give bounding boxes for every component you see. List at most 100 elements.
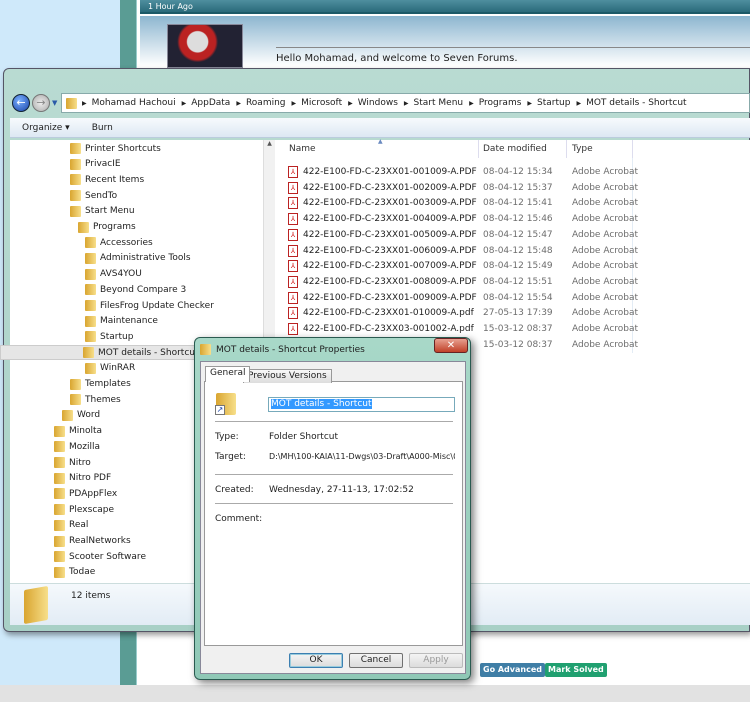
column-type[interactable]: Type	[572, 144, 593, 154]
history-dropdown-icon[interactable]: ▼	[52, 99, 57, 107]
sort-ascending-icon: ▲	[378, 138, 383, 145]
column-divider	[478, 140, 479, 158]
forward-arrow-icon[interactable]: →	[32, 94, 50, 112]
go-advanced-button[interactable]: Go Advanced	[480, 663, 545, 677]
nav-tree-item[interactable]: AVS4YOU	[85, 267, 142, 282]
breadcrumb-item[interactable]: Programs	[479, 98, 522, 108]
breadcrumb-item[interactable]: Roaming	[246, 98, 286, 108]
folder-icon	[85, 268, 96, 280]
user-avatar	[167, 24, 243, 68]
breadcrumb-item[interactable]: Start Menu	[414, 98, 464, 108]
nav-tree-item[interactable]: Plexscape	[54, 502, 114, 517]
file-name: 422-E100-FD-C-23XX01-009009-A.PDF	[303, 292, 477, 303]
nav-tree-item[interactable]: Real	[54, 518, 88, 533]
nav-tree-item[interactable]: Programs	[78, 220, 136, 235]
breadcrumb-separator-icon[interactable]: ▶	[182, 100, 187, 107]
nav-tree-item[interactable]: Recent Items	[70, 172, 144, 187]
organize-button[interactable]: Organize ▾	[22, 123, 70, 133]
column-date-modified[interactable]: Date modified	[483, 144, 547, 154]
file-name: 422-E100-FD-C-23XX01-008009-A.PDF	[303, 276, 477, 287]
file-row[interactable]: ⅄ 422-E100-FD-C-23XX01-003009-A.PDF 08-04-…	[288, 196, 638, 210]
breadcrumb-separator-icon[interactable]: ▶	[576, 100, 581, 107]
browser-status-bar	[0, 685, 750, 702]
nav-tree-item[interactable]: PDAppFlex	[54, 486, 117, 501]
breadcrumb-separator-icon[interactable]: ▶	[404, 100, 409, 107]
breadcrumb-item[interactable]: MOT details - Shortcut	[586, 98, 687, 108]
breadcrumb-item[interactable]: Mohamad Hachoui	[92, 98, 176, 108]
file-row[interactable]: ⅄ 422-E100-FD-C-23XX01-009009-A.PDF 08-04-…	[288, 291, 638, 305]
pdf-file-icon: ⅄	[288, 244, 298, 257]
nav-tree-item[interactable]: Scooter Software	[54, 549, 146, 564]
breadcrumb-separator-icon[interactable]: ▶	[82, 100, 87, 107]
tree-item-label: Start Menu	[85, 206, 135, 217]
shortcut-name-input[interactable]: MOT details - Shortcut	[268, 397, 455, 412]
file-date: 08-04-12 15:49	[483, 261, 553, 272]
nav-tree-item[interactable]: Nitro	[54, 455, 91, 470]
tab-general[interactable]: General	[205, 366, 251, 382]
breadcrumb-item[interactable]: AppData	[191, 98, 230, 108]
breadcrumb-separator-icon[interactable]: ▶	[292, 100, 297, 107]
nav-tree-item[interactable]: SendTo	[70, 188, 117, 203]
file-row[interactable]: ⅄ 422-E100-FD-C-23XX01-005009-A.PDF 08-04-…	[288, 228, 638, 242]
nav-tree-item[interactable]: Printer Shortcuts	[70, 141, 161, 156]
breadcrumb-separator-icon[interactable]: ▶	[236, 100, 241, 107]
file-row[interactable]: ⅄ 422-E100-FD-C-23XX01-002009-A.PDF 08-04-…	[288, 181, 638, 195]
file-name: 422-E100-FD-C-23XX01-005009-A.PDF	[303, 229, 477, 240]
file-row[interactable]: ⅄ 422-E100-FD-C-23XX01-006009-A.PDF 08-04-…	[288, 244, 638, 258]
folder-shortcut-icon	[83, 347, 94, 359]
nav-tree-item[interactable]: Start Menu	[70, 204, 135, 219]
burn-button[interactable]: Burn	[92, 123, 113, 133]
file-row[interactable]: ⅄ 422-E100-FD-C-23XX01-001009-A.PDF 08-04-…	[288, 165, 638, 179]
nav-tree-item[interactable]: Beyond Compare 3	[85, 282, 186, 297]
pdf-file-icon: ⅄	[288, 213, 298, 226]
column-name[interactable]: Name	[289, 144, 316, 154]
tree-item-label: AVS4YOU	[100, 269, 142, 280]
nav-tree-item[interactable]: RealNetworks	[54, 534, 131, 549]
file-row[interactable]: ⅄ 422-E100-FD-C-23XX01-010009-A.pdf 27-05-…	[288, 306, 638, 320]
tab-previous-versions[interactable]: Previous Versions	[243, 369, 332, 383]
nav-tree-item[interactable]: Administrative Tools	[85, 251, 191, 266]
pdf-file-icon: ⅄	[288, 181, 298, 194]
file-type: Adobe Acrobat	[572, 245, 639, 256]
nav-tree-item[interactable]: Word	[62, 408, 100, 423]
file-date: 08-04-12 15:48	[483, 245, 553, 256]
mark-solved-button[interactable]: Mark Solved	[545, 663, 607, 677]
shortcut-arrow-icon: ↗	[215, 405, 225, 415]
nav-tree-item[interactable]: Themes	[70, 392, 121, 407]
folder-icon	[85, 362, 96, 374]
file-row[interactable]: ⅄ 422-E100-FD-C-23XX01-004009-A.PDF 08-04-…	[288, 212, 638, 226]
pdf-file-icon: ⅄	[288, 291, 298, 304]
nav-tree-item[interactable]: Minolta	[54, 424, 102, 439]
nav-tree-item[interactable]: Nitro PDF	[54, 471, 111, 486]
nav-tree-item[interactable]: Maintenance	[85, 314, 158, 329]
breadcrumb-item[interactable]: Windows	[358, 98, 398, 108]
nav-tree-item[interactable]: Todae	[54, 565, 95, 580]
type-label: Type:	[215, 432, 239, 442]
ok-button[interactable]: OK	[289, 653, 343, 668]
file-row[interactable]: ⅄ 422-E100-FD-C-23XX01-008009-A.PDF 08-04-…	[288, 275, 638, 289]
file-type: Adobe Acrobat	[572, 167, 639, 177]
divider	[276, 47, 750, 48]
nav-tree-item[interactable]: Accessories	[85, 235, 153, 250]
breadcrumb-item[interactable]: Startup	[537, 98, 570, 108]
cancel-button[interactable]: Cancel	[349, 653, 403, 668]
breadcrumb-separator-icon[interactable]: ▶	[348, 100, 353, 107]
breadcrumb-item[interactable]: Microsoft	[301, 98, 342, 108]
nav-tree-item[interactable]: Mozilla	[54, 439, 100, 454]
file-type: Adobe Acrobat	[572, 276, 639, 287]
breadcrumb-separator-icon[interactable]: ▶	[469, 100, 474, 107]
nav-tree-item[interactable]: PrivacIE	[70, 157, 121, 172]
divider	[215, 503, 453, 504]
nav-tree-item[interactable]: Templates	[70, 377, 131, 392]
breadcrumb-separator-icon[interactable]: ▶	[527, 100, 532, 107]
folder-icon	[70, 394, 81, 406]
file-row[interactable]: ⅄ 422-E100-FD-C-23XX03-001002-A.pdf 15-03-…	[288, 322, 638, 336]
apply-button[interactable]: Apply	[409, 653, 463, 668]
nav-tree-item[interactable]: FilesFrog Update Checker	[85, 298, 214, 313]
back-arrow-icon[interactable]: ←	[12, 94, 30, 112]
address-bar[interactable]: ▶ Mohamad Hachoui ▶ AppData ▶ Roaming ▶ Microso…	[61, 93, 750, 113]
close-button[interactable]: ✕	[434, 338, 468, 353]
file-row[interactable]: ⅄ 422-E100-FD-C-23XX01-007009-A.PDF 08-04-…	[288, 259, 638, 273]
nav-tree-item[interactable]: Startup	[85, 329, 133, 344]
nav-tree-item[interactable]: WinRAR	[85, 361, 135, 376]
